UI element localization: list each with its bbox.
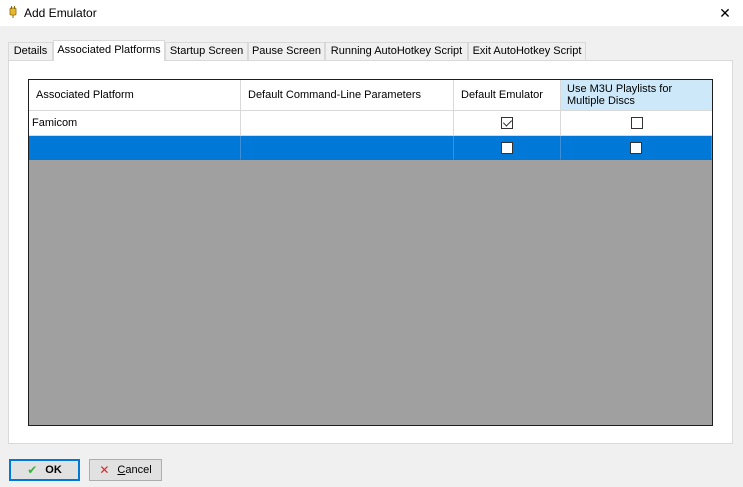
cancel-button[interactable]: ✕ Cancel <box>89 459 162 481</box>
tab-details[interactable]: Details <box>8 42 53 60</box>
tab-running-autohotkey-script[interactable]: Running AutoHotkey Script <box>325 42 468 60</box>
tab-exit-autohotkey-script[interactable]: Exit AutoHotkey Script <box>468 42 586 60</box>
tab-startup-screen[interactable]: Startup Screen <box>165 42 248 60</box>
cell-default-emulator <box>454 136 561 160</box>
close-button[interactable]: ✕ <box>715 3 735 23</box>
table-row[interactable]: Famicom <box>29 111 712 136</box>
check-icon: ✔ <box>27 463 38 477</box>
platforms-grid[interactable]: Associated Platform Default Command-Line… <box>28 79 713 426</box>
cell-m3u <box>561 136 712 160</box>
ok-button[interactable]: ✔ OK <box>9 459 80 481</box>
tab-pause-screen[interactable]: Pause Screen <box>248 42 325 60</box>
title-bar: Add Emulator ✕ <box>0 0 743 26</box>
default-emulator-checkbox[interactable] <box>501 141 513 154</box>
column-header-m3u[interactable]: Use M3U Playlists for Multiple Discs <box>561 80 712 111</box>
cell-default-emulator <box>454 111 561 136</box>
cancel-label: Cancel <box>117 464 151 476</box>
plugin-icon <box>9 6 17 18</box>
m3u-checkbox[interactable] <box>630 117 643 129</box>
grid-header: Associated Platform Default Command-Line… <box>29 80 712 111</box>
window-title: Add Emulator <box>24 6 97 20</box>
default-emulator-checkbox[interactable] <box>501 117 513 129</box>
close-icon: ✕ <box>719 4 731 21</box>
cell-m3u <box>561 111 712 136</box>
cell-params[interactable] <box>241 136 454 160</box>
column-header-platform[interactable]: Associated Platform <box>29 80 241 111</box>
cell-params[interactable] <box>241 111 454 136</box>
cell-platform[interactable] <box>29 136 241 160</box>
table-row-selected[interactable] <box>29 136 712 160</box>
column-header-params[interactable]: Default Command-Line Parameters <box>241 80 454 111</box>
m3u-checkbox[interactable] <box>630 141 642 154</box>
ok-label: OK <box>45 464 62 476</box>
cell-platform[interactable]: Famicom <box>29 111 241 136</box>
x-icon: ✕ <box>99 463 110 477</box>
tab-associated-platforms[interactable]: Associated Platforms <box>53 40 165 61</box>
cancel-label-rest: ancel <box>125 464 152 476</box>
column-header-default-emulator[interactable]: Default Emulator <box>454 80 561 111</box>
